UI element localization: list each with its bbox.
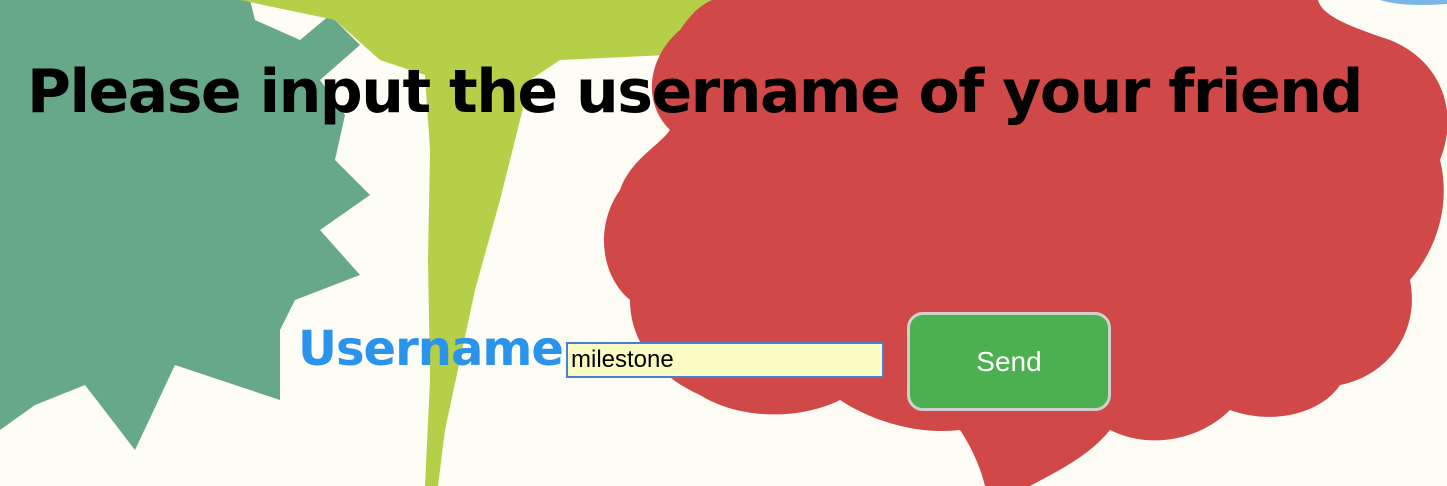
page-title: Please input the username of your friend — [27, 57, 1363, 127]
page: Please input the username of your friend… — [0, 0, 1447, 486]
send-button[interactable]: Send — [907, 312, 1111, 411]
username-input[interactable] — [566, 342, 884, 378]
username-label: Username — [298, 321, 564, 377]
